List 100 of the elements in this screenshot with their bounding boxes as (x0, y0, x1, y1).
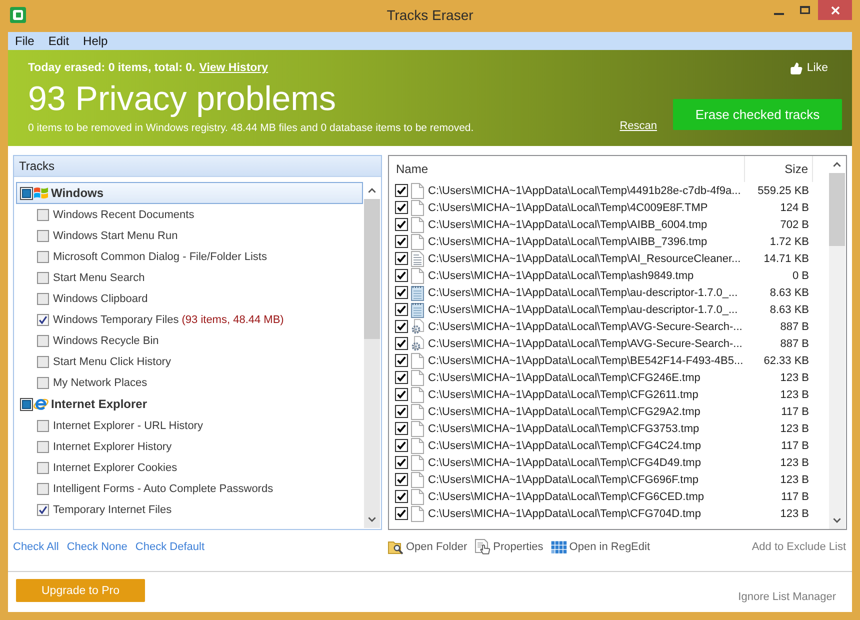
track-label[interactable]: Windows Recent Documents (53, 208, 194, 220)
menu-item[interactable]: Edit (41, 32, 76, 50)
checkbox[interactable] (395, 337, 408, 350)
column-header[interactable]: Name (389, 156, 745, 182)
checkbox[interactable] (37, 230, 49, 242)
checkbox[interactable] (37, 272, 49, 284)
checkbox[interactable] (37, 440, 49, 452)
chevron-up-icon[interactable] (368, 188, 376, 193)
checkbox[interactable] (37, 482, 49, 494)
flag-logo-icon (33, 185, 49, 201)
scrollbar-thumb[interactable] (364, 199, 380, 339)
track-label[interactable]: Windows Start Menu Run (53, 230, 178, 242)
scrollbar[interactable] (829, 156, 845, 529)
rescan-link[interactable]: Rescan (620, 119, 657, 133)
checkbox[interactable] (37, 250, 49, 262)
chevron-down-icon[interactable] (833, 518, 841, 523)
file-icon (411, 404, 424, 420)
checkbox[interactable] (395, 235, 408, 248)
close-button[interactable] (818, 0, 852, 20)
checkbox[interactable] (395, 354, 408, 367)
file-size: 117 B (780, 440, 810, 452)
scrollbar-thumb[interactable] (829, 173, 845, 246)
menu-item[interactable]: File (8, 32, 42, 50)
checkbox[interactable] (395, 286, 408, 299)
track-label[interactable]: Windows Clipboard (53, 292, 148, 304)
checkbox[interactable] (395, 439, 408, 452)
chevron-down-icon[interactable] (368, 517, 376, 522)
check-link[interactable]: Check Default (135, 541, 204, 553)
checkbox[interactable] (395, 184, 408, 197)
track-label[interactable]: Start Menu Search (53, 272, 145, 284)
column-header[interactable]: Size (745, 156, 813, 182)
checkbox[interactable] (395, 201, 408, 214)
tree-group-row[interactable]: Internet Explorer (16, 393, 363, 415)
track-label[interactable]: Intelligent Forms - Auto Complete Passwords (53, 482, 274, 494)
minimize-icon (774, 13, 784, 15)
file-size: 1.72 KB (768, 236, 810, 248)
checkbox[interactable] (395, 473, 408, 486)
scrollbar[interactable] (364, 182, 380, 528)
checkbox[interactable] (395, 490, 408, 503)
file-icon (411, 200, 424, 216)
track-label[interactable]: Temporary Internet Files (53, 504, 172, 516)
checkbox[interactable] (37, 376, 49, 388)
file-path: C:\Users\MICHA~1\AppData\Local\Temp\CFG246E.tmp (428, 372, 700, 384)
track-label[interactable]: Internet Explorer History (53, 440, 172, 452)
file-size: 123 B (779, 372, 810, 384)
checkbox[interactable] (37, 208, 49, 220)
checkbox[interactable] (395, 371, 408, 384)
menu-item[interactable]: Help (76, 32, 115, 50)
file-path: C:\Users\MICHA~1\AppData\Local\Temp\CFG2611.tmp (428, 388, 698, 400)
like-button[interactable]: Like (790, 61, 828, 75)
gear-file-icon (411, 318, 424, 334)
file-path: C:\Users\MICHA~1\AppData\Local\Temp\au-descriptor-1.7.0_... (428, 286, 738, 298)
track-label[interactable]: Internet Explorer - URL History (53, 420, 203, 432)
track-label[interactable]: Windows Temporary Files (53, 314, 179, 326)
track-label[interactable]: Microsoft Common Dialog - File/Folder Lists (53, 250, 267, 262)
track-label[interactable]: Internet Explorer Cookies (53, 462, 178, 474)
close-icon (830, 6, 840, 14)
file-path: C:\Users\MICHA~1\AppData\Local\Temp\CFG4C24.tmp (428, 440, 701, 452)
tree-group-row[interactable]: Windows (16, 182, 363, 204)
checkbox[interactable] (37, 356, 49, 368)
checkbox[interactable] (395, 218, 408, 231)
checkbox[interactable] (395, 252, 408, 265)
file-icon (411, 472, 424, 488)
action-button[interactable]: Properties (475, 539, 544, 555)
checkbox[interactable] (20, 186, 33, 200)
chevron-up-icon[interactable] (833, 162, 841, 167)
checkbox[interactable] (395, 303, 408, 316)
file-path: C:\Users\MICHA~1\AppData\Local\Temp\CFG3753.tmp (428, 422, 700, 434)
checkbox[interactable] (37, 420, 49, 432)
check-link[interactable]: Check None (66, 541, 128, 553)
file-size: 8.63 KB (768, 304, 810, 316)
checkbox[interactable] (395, 405, 408, 418)
track-label[interactable]: Start Menu Click History (53, 356, 171, 368)
file-path: C:\Users\MICHA~1\AppData\Local\Temp\4C009E8F.TMP (428, 202, 708, 214)
checkbox[interactable] (395, 507, 408, 520)
grid-icon (551, 540, 568, 554)
check-link[interactable]: Check All (13, 541, 59, 553)
checkbox[interactable] (395, 320, 408, 333)
checkbox[interactable] (37, 504, 49, 516)
checkbox[interactable] (37, 334, 49, 346)
removal-summary: 0 items to be removed in Windows registry. 48.44 MB files and 0 database items to be removed. (28, 121, 475, 135)
document-hand-icon (475, 539, 492, 555)
checkbox[interactable] (395, 388, 408, 401)
action-button[interactable]: Open in RegEdit (551, 540, 650, 554)
track-label[interactable]: Windows Recycle Bin (53, 334, 159, 346)
file-icon (411, 420, 424, 436)
checkbox[interactable] (395, 422, 408, 435)
checkbox[interactable] (395, 269, 408, 282)
track-label[interactable]: My Network Places (53, 376, 148, 388)
panel-header: Tracks (14, 156, 381, 177)
file-path: C:\Users\MICHA~1\AppData\Local\Temp\CFG29A2.tmp (428, 406, 700, 418)
group-label: Windows (51, 186, 104, 200)
checkbox[interactable] (395, 456, 408, 469)
gear-file-icon (411, 336, 424, 352)
file-path: C:\Users\MICHA~1\AppData\Local\Temp\CFG4D49.tmp (428, 456, 701, 468)
checkbox[interactable] (37, 314, 49, 326)
checkbox[interactable] (20, 398, 33, 410)
checkbox[interactable] (37, 462, 49, 474)
action-button[interactable]: Open Folder (388, 539, 468, 555)
checkbox[interactable] (37, 292, 49, 304)
